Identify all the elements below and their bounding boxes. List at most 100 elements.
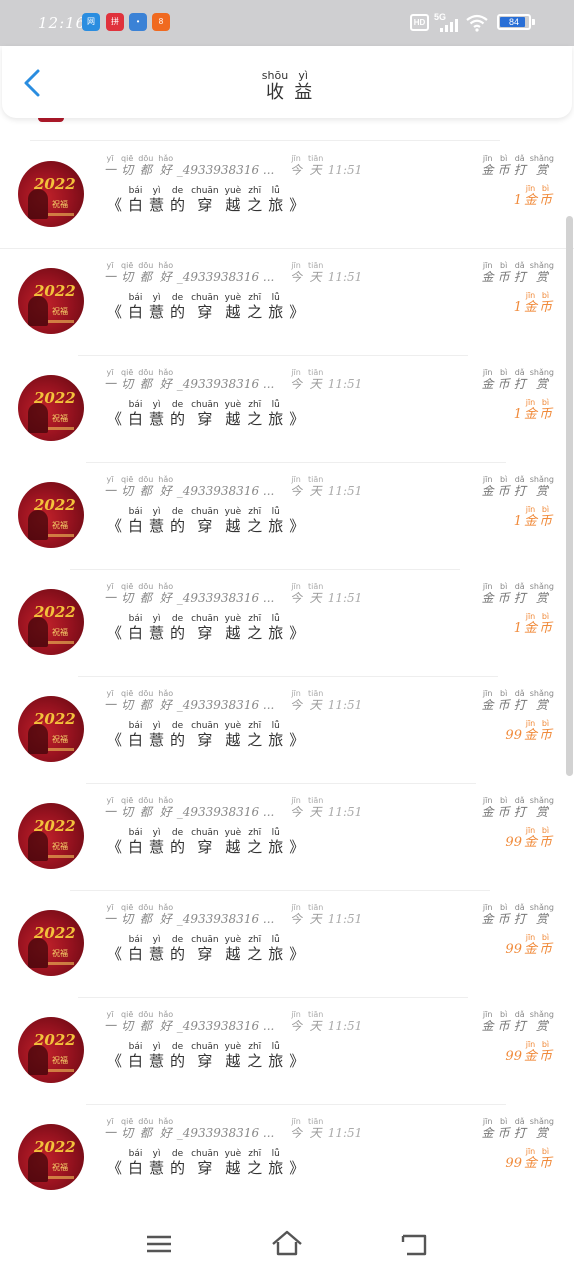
reward-type: 金jīn币bì打dǎ赏shǎng	[478, 261, 554, 285]
book-title-char: 《	[107, 945, 123, 963]
reward-amount-unit-char: 金jīn	[523, 1147, 537, 1171]
avatar-caption: 祝福	[52, 307, 68, 316]
avatar[interactable]: 2022 祝福	[18, 589, 84, 655]
book-title: 《白bái 薏yì 的de 穿chuān 越yuè 之zhī 旅lǚ 》	[104, 1042, 307, 1071]
avatar[interactable]: 2022 祝福	[18, 482, 84, 548]
list-item[interactable]: 2022 祝福 一yī 切qiē 都dōu好hǎo_4933938316 ... 今jīn…	[0, 249, 574, 356]
user-name-char: 好hǎo	[158, 582, 174, 605]
user-name-char: 一yī	[104, 261, 117, 284]
user-name-char: 切qiē	[121, 261, 134, 284]
scrollbar[interactable]	[566, 216, 573, 776]
user-name-char: 好hǎo	[158, 154, 174, 177]
avatar-figure	[28, 938, 48, 968]
book-title-char: 》	[289, 838, 305, 856]
app-orange-icon: 8	[152, 13, 170, 31]
book-title-char: 白bái	[128, 614, 144, 642]
reward-amount-number: 99	[505, 1049, 522, 1064]
book-title-char: 》	[289, 303, 305, 321]
book-title-char: 薏yì	[149, 186, 165, 214]
avatar[interactable]: 2022 祝福	[18, 696, 84, 762]
system-nav-bar	[0, 1210, 574, 1280]
page-title-text: 收shōu 益yì	[259, 69, 315, 103]
avatar[interactable]: 2022 祝福	[18, 161, 84, 227]
user-name-char: 都dōu	[138, 1010, 154, 1033]
battery-tip	[532, 19, 535, 25]
user-name-char: 好hǎo	[158, 796, 174, 819]
user-id: _4933938316 ...	[176, 1126, 275, 1140]
reward-type: 金jīn币bì打dǎ赏shǎng	[478, 368, 554, 392]
page-title: 收shōu 益yì	[2, 69, 572, 104]
book-title-char: 之zhī	[247, 400, 263, 428]
reward-type-char: 金jīn	[481, 796, 494, 819]
list-item[interactable]: 2022 祝福 一yī 切qiē 都dōu好hǎo_4933938316 ... 今jīn…	[0, 891, 574, 998]
user-name-char: 都dōu	[138, 903, 154, 926]
avatar[interactable]: 2022 祝福	[18, 910, 84, 976]
book-title: 《白bái 薏yì 的de 穿chuān 越yuè 之zhī 旅lǚ 》	[104, 186, 307, 215]
timestamp-char: 天tiān	[308, 154, 324, 177]
avatar[interactable]: 2022 祝福	[18, 268, 84, 334]
reward-amount-unit-char: 币bì	[538, 291, 552, 315]
reward-amount: 1 金jīn币bì	[514, 398, 552, 422]
book-title-char: 《	[107, 838, 123, 856]
reward-type-char: 金jīn	[481, 582, 494, 605]
status-bar: 12:16 网拼 • 8 HD 5G 84	[0, 0, 574, 46]
book-title-char: 《	[107, 1052, 123, 1070]
menu-icon[interactable]	[142, 1228, 176, 1260]
list-item[interactable]: 2022 祝福 一yī 切qiē 都dōu好hǎo_4933938316 ... 今jīn…	[0, 784, 574, 891]
user-name-char: 一yī	[104, 1117, 117, 1140]
book-title-char: 之zhī	[247, 1149, 263, 1177]
reward-type-char: 金jīn	[481, 154, 494, 177]
timestamp-clock: 11:51	[327, 1126, 363, 1140]
list-item[interactable]: 2022 祝福 一yī 切qiē 都dōu好hǎo_4933938316 ... 今jīn…	[0, 570, 574, 677]
reward-amount-unit-char: 币bì	[538, 505, 552, 529]
book-title-char: 穿chuān	[191, 1149, 219, 1177]
list-item[interactable]: 2022 祝福 一yī 切qiē 都dōu好hǎo_4933938316 ... 今jīn…	[0, 677, 574, 784]
timestamp-char: 天tiān	[308, 582, 324, 605]
timestamp-char: 天tiān	[308, 689, 324, 712]
reward-type-char: 币bì	[497, 582, 510, 605]
book-title-char: 白bái	[128, 1042, 144, 1070]
avatar-caption: 祝福	[52, 521, 68, 530]
reward-type: 金jīn币bì打dǎ赏shǎng	[478, 475, 554, 499]
user-name: 一yī 切qiē 都dōu好hǎo_4933938316 ...	[104, 1010, 274, 1034]
home-icon[interactable]	[270, 1228, 304, 1260]
list-item[interactable]: 2022 祝福 一yī 切qiē 都dōu好hǎo_4933938316 ... 今jīn…	[0, 998, 574, 1105]
avatar-decoration	[48, 213, 74, 216]
book-title-char: 白bái	[128, 828, 144, 856]
timestamp-char: 今jīn	[290, 796, 303, 819]
user-id: _4933938316 ...	[176, 805, 275, 819]
app-header: 收shōu 益yì	[2, 46, 572, 118]
avatar[interactable]: 2022 祝福	[18, 1017, 84, 1083]
reward-type-char: 金jīn	[481, 903, 494, 926]
list-item[interactable]: 2022 祝福 一yī 切qiē 都dōu好hǎo_4933938316 ... 今jīn…	[0, 142, 574, 249]
reward-amount: 99 金jīn币bì	[505, 719, 552, 743]
back-nav-icon[interactable]	[398, 1228, 432, 1260]
book-title-char: 旅lǚ	[268, 1149, 284, 1177]
reward-amount: 99 金jīn币bì	[505, 1040, 552, 1064]
reward-type-char: 币bì	[497, 154, 510, 177]
book-title-char: 之zhī	[247, 1042, 263, 1070]
user-name-char: 一yī	[104, 475, 117, 498]
user-name: 一yī 切qiē 都dōu好hǎo_4933938316 ...	[104, 475, 274, 499]
list-item[interactable]: 2022 祝福 一yī 切qiē 都dōu好hǎo_4933938316 ... 今jīn…	[0, 463, 574, 570]
book-title-char: 薏yì	[149, 721, 165, 749]
list-item[interactable]: 2022 祝福 一yī 切qiē 都dōu好hǎo_4933938316 ... 今jīn…	[0, 1105, 574, 1210]
user-name: 一yī 切qiē 都dōu好hǎo_4933938316 ...	[104, 582, 274, 606]
user-name-char: 切qiē	[121, 1117, 134, 1140]
user-name-char: 都dōu	[138, 796, 154, 819]
reward-amount-number: 1	[513, 514, 522, 529]
avatar[interactable]: 2022 祝福	[18, 375, 84, 441]
list-item[interactable]: 2022 祝福 一yī 切qiē 都dōu好hǎo_4933938316 ... 今jīn…	[0, 356, 574, 463]
book-title-char: 白bái	[128, 721, 144, 749]
book-title-char: 薏yì	[149, 828, 165, 856]
book-title-char: 旅lǚ	[268, 186, 284, 214]
book-title-char: 《	[107, 624, 123, 642]
reward-amount-unit-char: 金jīn	[523, 398, 537, 422]
avatar[interactable]: 2022 祝福	[18, 1124, 84, 1190]
book-title-char: 穿chuān	[191, 721, 219, 749]
book-title-char: 》	[289, 624, 305, 642]
partial-avatar	[38, 118, 64, 122]
book-title-char: 的de	[170, 828, 186, 856]
avatar[interactable]: 2022 祝福	[18, 803, 84, 869]
reward-amount-unit-char: 金jīn	[523, 933, 537, 957]
